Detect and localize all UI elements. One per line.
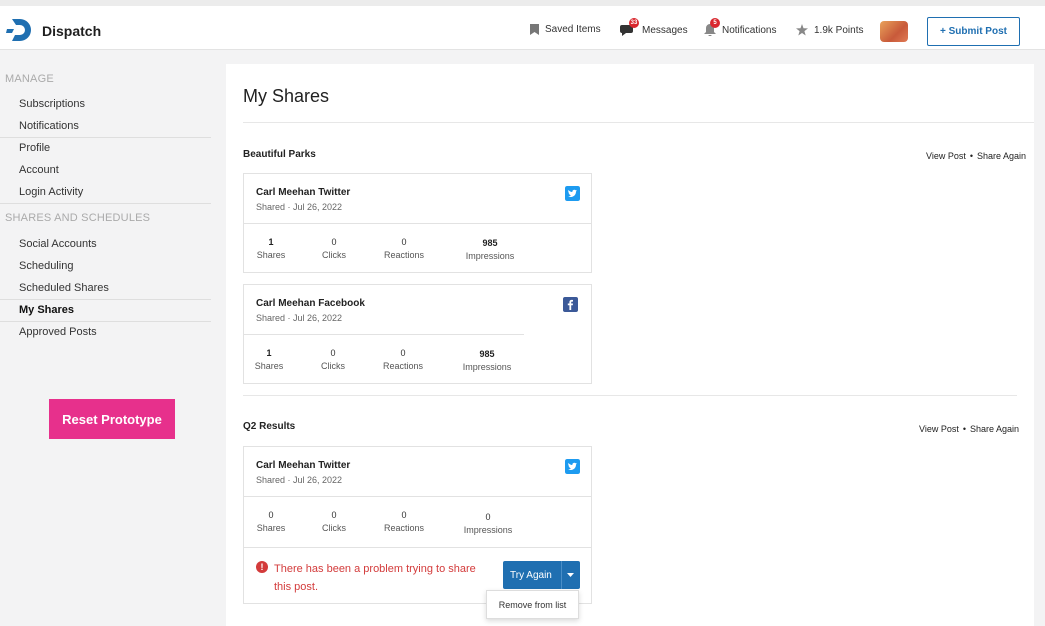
sidebar-item-approved-posts[interactable]: Approved Posts bbox=[19, 326, 97, 338]
share-again-link[interactable]: Share Again bbox=[977, 151, 1026, 161]
remove-from-list-option[interactable]: Remove from list bbox=[499, 600, 567, 610]
sidebar-item-profile[interactable]: Profile bbox=[19, 142, 50, 154]
error-message: There has been a problem trying to share… bbox=[274, 563, 476, 593]
saved-items-label: Saved Items bbox=[545, 24, 601, 35]
sidebar-item-scheduling[interactable]: Scheduling bbox=[19, 260, 73, 272]
caret-down-icon[interactable] bbox=[561, 561, 579, 589]
shares-section-title: SHARES AND SCHEDULES bbox=[5, 212, 151, 224]
user-avatar[interactable] bbox=[880, 21, 908, 42]
sidebar-item-login-activity[interactable]: Login Activity bbox=[19, 186, 83, 198]
sidebar-item-subscriptions[interactable]: Subscriptions bbox=[19, 98, 85, 110]
top-header: Dispatch Saved Items 33 Messages 5 Notif… bbox=[0, 6, 1045, 50]
account-name: Carl Meehan Facebook bbox=[256, 298, 365, 309]
stat-impressions: 0 Impressions bbox=[463, 512, 513, 535]
view-post-link[interactable]: View Post bbox=[926, 151, 966, 161]
share-card: Carl Meehan Twitter Shared · Jul 26, 202… bbox=[243, 173, 592, 273]
group-actions: View Post • Share Again bbox=[926, 151, 1027, 161]
main-panel: My Shares Beautiful Parks View Post • Shar… bbox=[226, 64, 1034, 626]
notifications-link[interactable]: 5 Notifications bbox=[704, 18, 777, 37]
try-again-button[interactable]: Try Again bbox=[503, 561, 580, 589]
stat-clicks: 0 Clicks bbox=[322, 510, 346, 533]
facebook-icon[interactable] bbox=[563, 297, 578, 312]
share-date: Shared · Jul 26, 2022 bbox=[256, 475, 343, 485]
sidebar-item-social-accounts[interactable]: Social Accounts bbox=[19, 238, 97, 250]
stat-clicks: 0 Clicks bbox=[322, 237, 346, 260]
notifications-badge: 5 bbox=[710, 18, 720, 28]
sidebar-item-notifications[interactable]: Notifications bbox=[19, 120, 79, 132]
divider bbox=[0, 203, 211, 204]
account-name: Carl Meehan Twitter bbox=[256, 460, 351, 471]
account-name: Carl Meehan Twitter bbox=[256, 187, 351, 198]
divider bbox=[243, 122, 1034, 123]
points-label: 1.9k Points bbox=[814, 24, 864, 36]
divider bbox=[243, 395, 1017, 396]
divider bbox=[0, 299, 211, 300]
saved-items-link[interactable]: Saved Items bbox=[530, 24, 601, 35]
try-again-label: Try Again bbox=[510, 569, 552, 581]
twitter-icon[interactable] bbox=[565, 459, 580, 474]
submit-post-button[interactable]: + Submit Post bbox=[927, 17, 1020, 46]
sidebar-item-scheduled-shares[interactable]: Scheduled Shares bbox=[19, 282, 109, 294]
star-icon bbox=[796, 24, 808, 36]
share-date: Shared · Jul 26, 2022 bbox=[256, 202, 343, 212]
sidebar-item-account[interactable]: Account bbox=[19, 164, 59, 176]
view-post-link[interactable]: View Post bbox=[919, 424, 959, 434]
group-title: Beautiful Parks bbox=[243, 149, 316, 160]
stat-reactions: 0 Reactions bbox=[382, 348, 424, 371]
chat-icon: 33 bbox=[620, 18, 639, 36]
share-card: Carl Meehan Twitter Shared · Jul 26, 202… bbox=[243, 446, 592, 604]
stat-clicks: 0 Clicks bbox=[321, 348, 345, 371]
bell-icon: 5 bbox=[704, 18, 720, 37]
app-name[interactable]: Dispatch bbox=[42, 23, 101, 39]
manage-section-title: MANAGE bbox=[5, 73, 54, 85]
messages-badge: 33 bbox=[629, 18, 639, 28]
stat-reactions: 0 Reactions bbox=[383, 510, 425, 533]
messages-label: Messages bbox=[642, 24, 688, 36]
share-date: Shared · Jul 26, 2022 bbox=[256, 313, 343, 323]
error-icon: ! bbox=[256, 561, 268, 573]
share-again-link[interactable]: Share Again bbox=[970, 424, 1019, 434]
stat-impressions: 985 Impressions bbox=[465, 238, 515, 261]
messages-link[interactable]: 33 Messages bbox=[620, 18, 688, 36]
divider bbox=[0, 321, 211, 322]
reset-prototype-button[interactable]: Reset Prototype bbox=[49, 399, 175, 439]
sidebar-item-my-shares[interactable]: My Shares bbox=[19, 304, 74, 316]
points-link[interactable]: 1.9k Points bbox=[796, 24, 863, 36]
group-actions: View Post • Share Again bbox=[919, 424, 1020, 434]
dispatch-logo-icon[interactable] bbox=[6, 16, 34, 44]
twitter-icon[interactable] bbox=[565, 186, 580, 201]
divider bbox=[0, 137, 211, 138]
notifications-label: Notifications bbox=[722, 24, 777, 36]
share-card: Carl Meehan Facebook Shared · Jul 26, 20… bbox=[243, 284, 592, 384]
stat-reactions: 0 Reactions bbox=[383, 237, 425, 260]
page-title: My Shares bbox=[243, 86, 330, 106]
bookmark-icon bbox=[530, 24, 539, 35]
stat-impressions: 985 Impressions bbox=[462, 349, 512, 372]
group-title: Q2 Results bbox=[243, 421, 296, 432]
try-again-dropdown: Remove from list bbox=[486, 590, 579, 619]
